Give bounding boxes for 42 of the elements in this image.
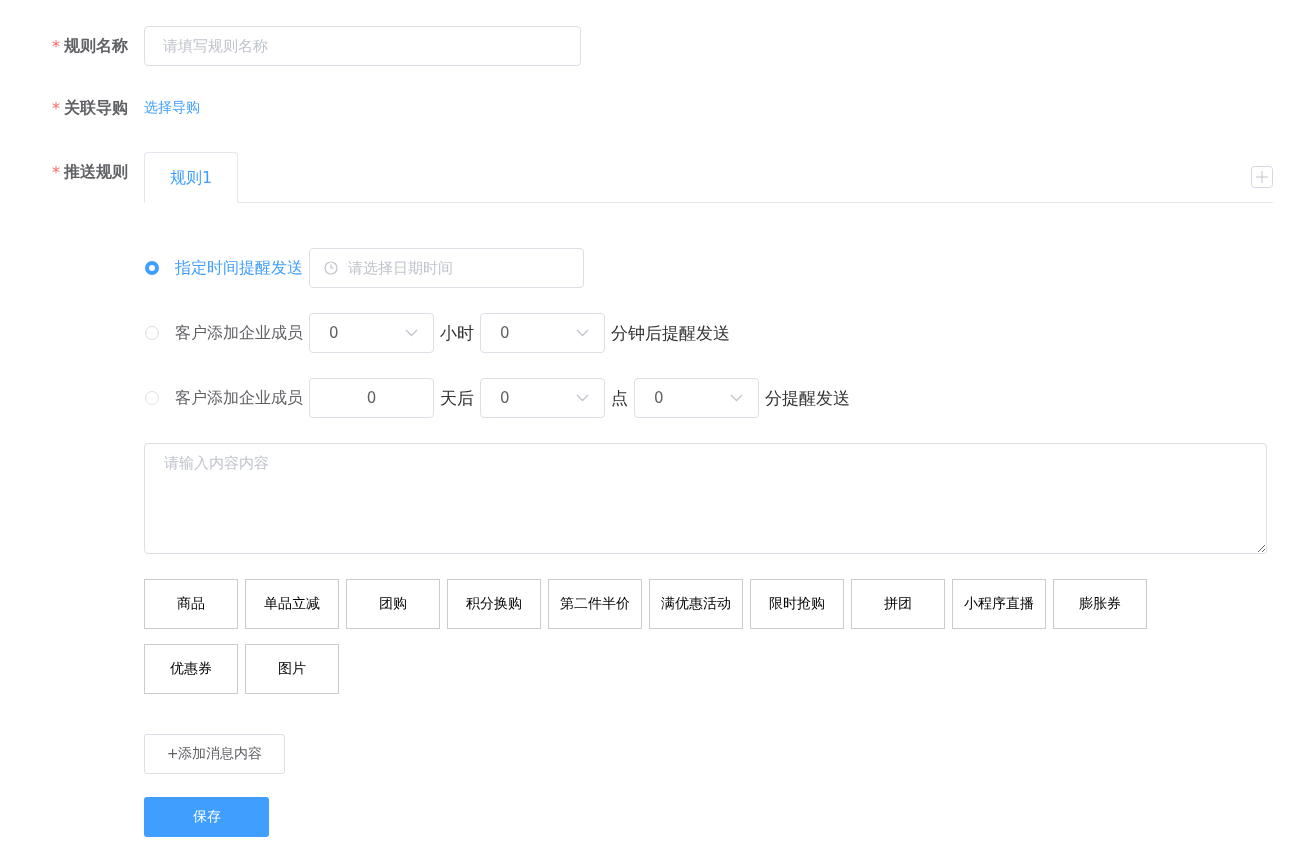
select-field[interactable]: 0 [634,378,759,418]
insert-button[interactable]: 积分换购 [447,579,541,629]
insert-button[interactable]: 膨胀券 [1053,579,1147,629]
insert-button[interactable]: 图片 [245,644,339,694]
chevron-down-icon [576,329,589,337]
insert-button[interactable]: 小程序直播 [952,579,1046,629]
insert-button[interactable]: 优惠券 [144,644,238,694]
insert-button[interactable]: 商品 [144,579,238,629]
required-mark: * [52,163,60,182]
insert-button[interactable]: 限时抢购 [750,579,844,629]
chevron-down-icon [576,394,589,402]
add-message-button[interactable]: +添加消息内容 [144,734,285,774]
field-label: 规则名称 [64,35,128,57]
unit-label: 点 [611,386,628,410]
field-label: 推送规则 [64,162,128,183]
insert-button[interactable]: 满优惠活动 [649,579,743,629]
unit-label: 小时 [440,321,474,345]
select-field[interactable]: 0 [480,313,605,353]
clock-icon [324,261,338,275]
option-label: 客户添加企业成员 [175,387,303,409]
number-field[interactable]: 0 [309,378,434,418]
insert-button[interactable]: 第二件半价 [548,579,642,629]
unit-label: 分钟后提醒发送 [611,321,730,345]
field-label: 关联导购 [64,97,128,119]
rule-name-field[interactable]: 请填写规则名称 [144,26,581,66]
content-textarea[interactable]: 请输入内容内容 [144,443,1267,554]
insert-button[interactable]: 单品立减 [245,579,339,629]
option-label: 指定时间提醒发送 [175,257,303,279]
insert-button[interactable]: 拼团 [851,579,945,629]
radio-button[interactable] [145,261,159,275]
option-label: 客户添加企业成员 [175,322,303,344]
unit-label: 分提醒发送 [765,386,850,410]
chevron-down-icon [730,394,743,402]
unit-label: 天后 [440,386,474,410]
select-field[interactable]: 0 [480,378,605,418]
chevron-down-icon [405,329,418,337]
required-mark: * [52,36,60,56]
add-tab-icon[interactable] [1251,166,1273,188]
select-field[interactable]: 0 [309,313,434,353]
insert-button[interactable]: 团购 [346,579,440,629]
datetime-placeholder: 请选择日期时间 [348,258,453,278]
required-mark: * [52,98,60,118]
